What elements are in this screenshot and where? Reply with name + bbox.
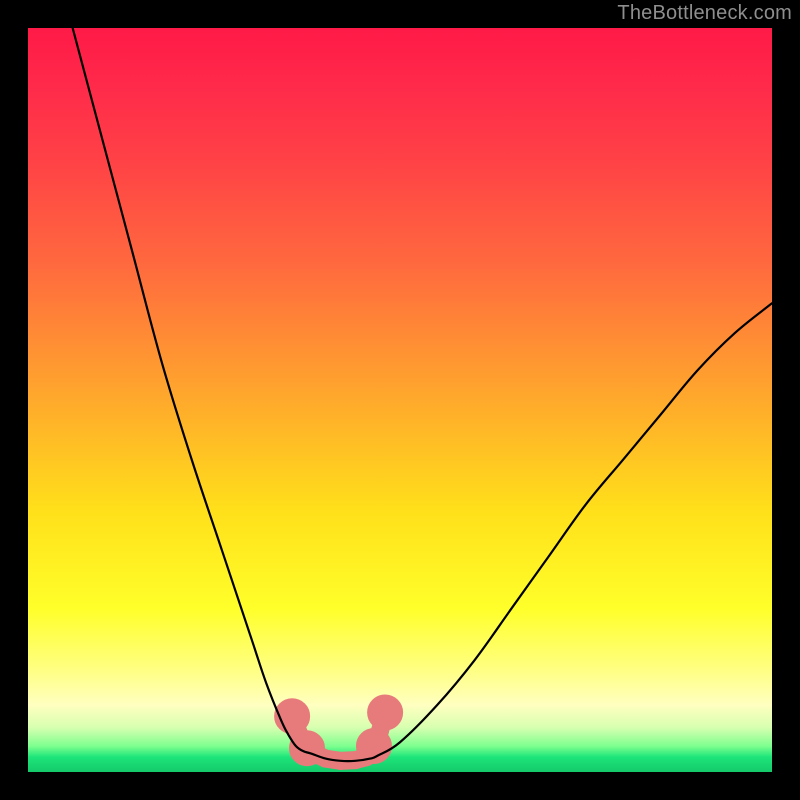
v-curve — [73, 28, 772, 761]
curve-layer — [28, 28, 772, 772]
optimal-marker-dot — [283, 707, 301, 725]
watermark-text: TheBottleneck.com — [617, 2, 792, 25]
optimal-marker-dot — [365, 737, 383, 755]
heavy-pink-marker-series — [283, 703, 394, 760]
black-curve-series — [73, 28, 772, 761]
plot-area — [28, 28, 772, 772]
chart-frame: TheBottleneck.com — [0, 0, 800, 800]
optimal-marker-dot — [376, 703, 394, 721]
